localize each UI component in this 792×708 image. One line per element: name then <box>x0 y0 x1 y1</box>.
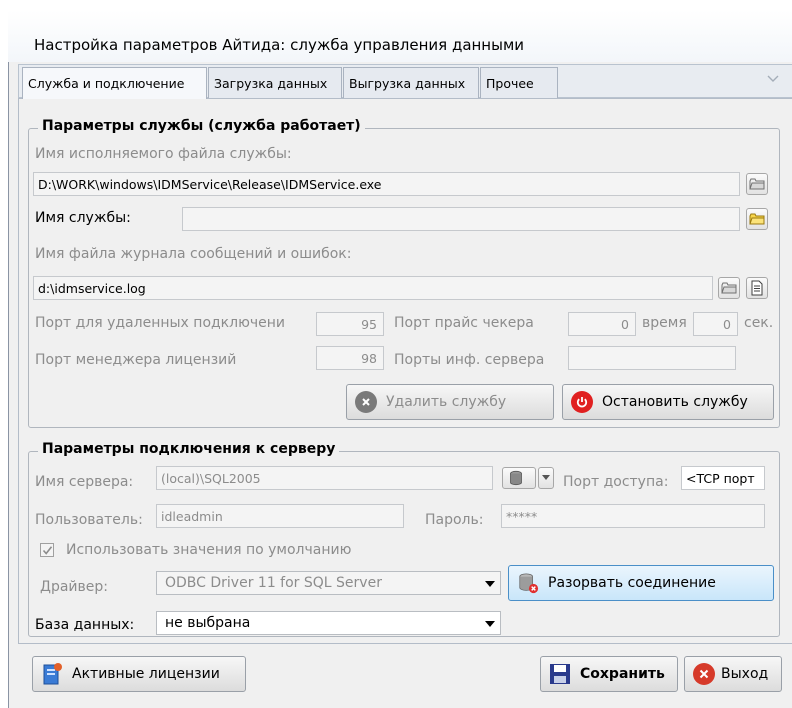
window-title: Настройка параметров Айтида: служба упра… <box>34 36 525 54</box>
active-licenses-button[interactable]: Активные лицензии <box>32 656 246 692</box>
driver-label: Драйвер: <box>40 579 108 595</box>
seconds-label: сек. <box>744 315 774 331</box>
tab-other[interactable]: Прочее <box>480 67 558 98</box>
password-label: Пароль: <box>425 512 484 528</box>
chevron-down-icon <box>485 581 495 587</box>
password-field[interactable]: ***** <box>501 504 765 528</box>
driver-select[interactable]: ODBC Driver 11 for SQL Server <box>156 571 501 595</box>
remote-port-field[interactable]: 95 <box>316 312 384 336</box>
exe-path-field[interactable]: D:\WORK\windows\IDMService\Release\IDMSe… <box>33 172 740 196</box>
info-ports-field[interactable] <box>568 346 736 370</box>
chevron-down-icon <box>485 621 495 627</box>
connection-params-title: Параметры подключения к серверу <box>38 441 340 457</box>
access-port-label: Порт доступа: <box>563 474 669 490</box>
service-params-title: Параметры службы (служба работает) <box>38 118 365 134</box>
database-disconnect-icon <box>517 572 539 594</box>
database-select[interactable]: не выбрана <box>156 611 501 635</box>
chevron-down-icon <box>542 475 550 480</box>
delete-service-button[interactable]: Удалить службу <box>346 384 554 420</box>
server-name-label: Имя сервера: <box>35 474 134 490</box>
log-file-field[interactable]: d:\idmservice.log <box>33 276 713 300</box>
database-icon <box>510 470 522 486</box>
database-label: База данных: <box>35 617 135 633</box>
browse-service-button[interactable] <box>746 208 768 230</box>
license-port-field[interactable]: 98 <box>316 346 384 370</box>
folder-icon <box>749 213 765 225</box>
browse-exe-button[interactable] <box>746 173 768 195</box>
power-icon <box>571 391 593 413</box>
license-icon <box>41 663 63 685</box>
chevron-down-icon[interactable] <box>766 74 780 84</box>
stop-service-button[interactable]: Остановить службу <box>562 384 774 420</box>
use-defaults-label: Использовать значения по умолчанию <box>66 542 352 558</box>
log-file-label: Имя файла журнала сообщений и ошибок: <box>35 246 352 262</box>
exe-label: Имя исполняемого файла службы: <box>35 146 292 162</box>
tab-data-import[interactable]: Загрузка данных <box>208 67 342 98</box>
use-defaults-checkbox[interactable] <box>40 543 54 557</box>
delete-icon <box>355 391 377 413</box>
title-bar[interactable]: Настройка параметров Айтида: служба упра… <box>8 10 792 62</box>
browse-log-button[interactable] <box>718 277 740 299</box>
folder-icon <box>749 178 765 190</box>
close-icon <box>693 663 715 685</box>
server-dropdown-button[interactable] <box>538 467 554 489</box>
disconnect-button[interactable]: Разорвать соединение <box>508 565 774 601</box>
price-port-field[interactable]: 0 <box>568 312 636 336</box>
exit-button[interactable]: Выход <box>684 656 782 692</box>
checkmark-icon <box>42 545 52 555</box>
tab-data-export[interactable]: Выгрузка данных <box>343 67 479 98</box>
license-port-label: Порт менеджера лицензий <box>35 352 237 368</box>
service-name-label: Имя службы: <box>35 210 131 226</box>
view-log-button[interactable] <box>746 277 768 299</box>
save-icon <box>549 663 571 685</box>
remote-port-label: Порт для удаленных подключени <box>35 315 286 331</box>
user-field[interactable]: idleadmin <box>156 504 404 528</box>
time-field[interactable]: 0 <box>693 312 738 336</box>
user-label: Пользователь: <box>35 512 143 528</box>
folder-icon <box>721 282 737 294</box>
document-icon <box>751 280 763 296</box>
price-port-label: Порт прайс чекера <box>394 315 534 331</box>
server-name-field[interactable]: (local)\SQL2005 <box>156 466 493 490</box>
access-port-field[interactable]: <TCP порт <box>681 466 765 490</box>
service-name-field[interactable] <box>182 207 740 231</box>
info-ports-label: Порты инф. сервера <box>394 352 545 368</box>
tab-service-connection[interactable]: Служба и подключение <box>22 67 207 99</box>
server-browse-button[interactable] <box>502 467 536 489</box>
save-button[interactable]: Сохранить <box>540 656 678 692</box>
time-label: время <box>642 315 687 331</box>
